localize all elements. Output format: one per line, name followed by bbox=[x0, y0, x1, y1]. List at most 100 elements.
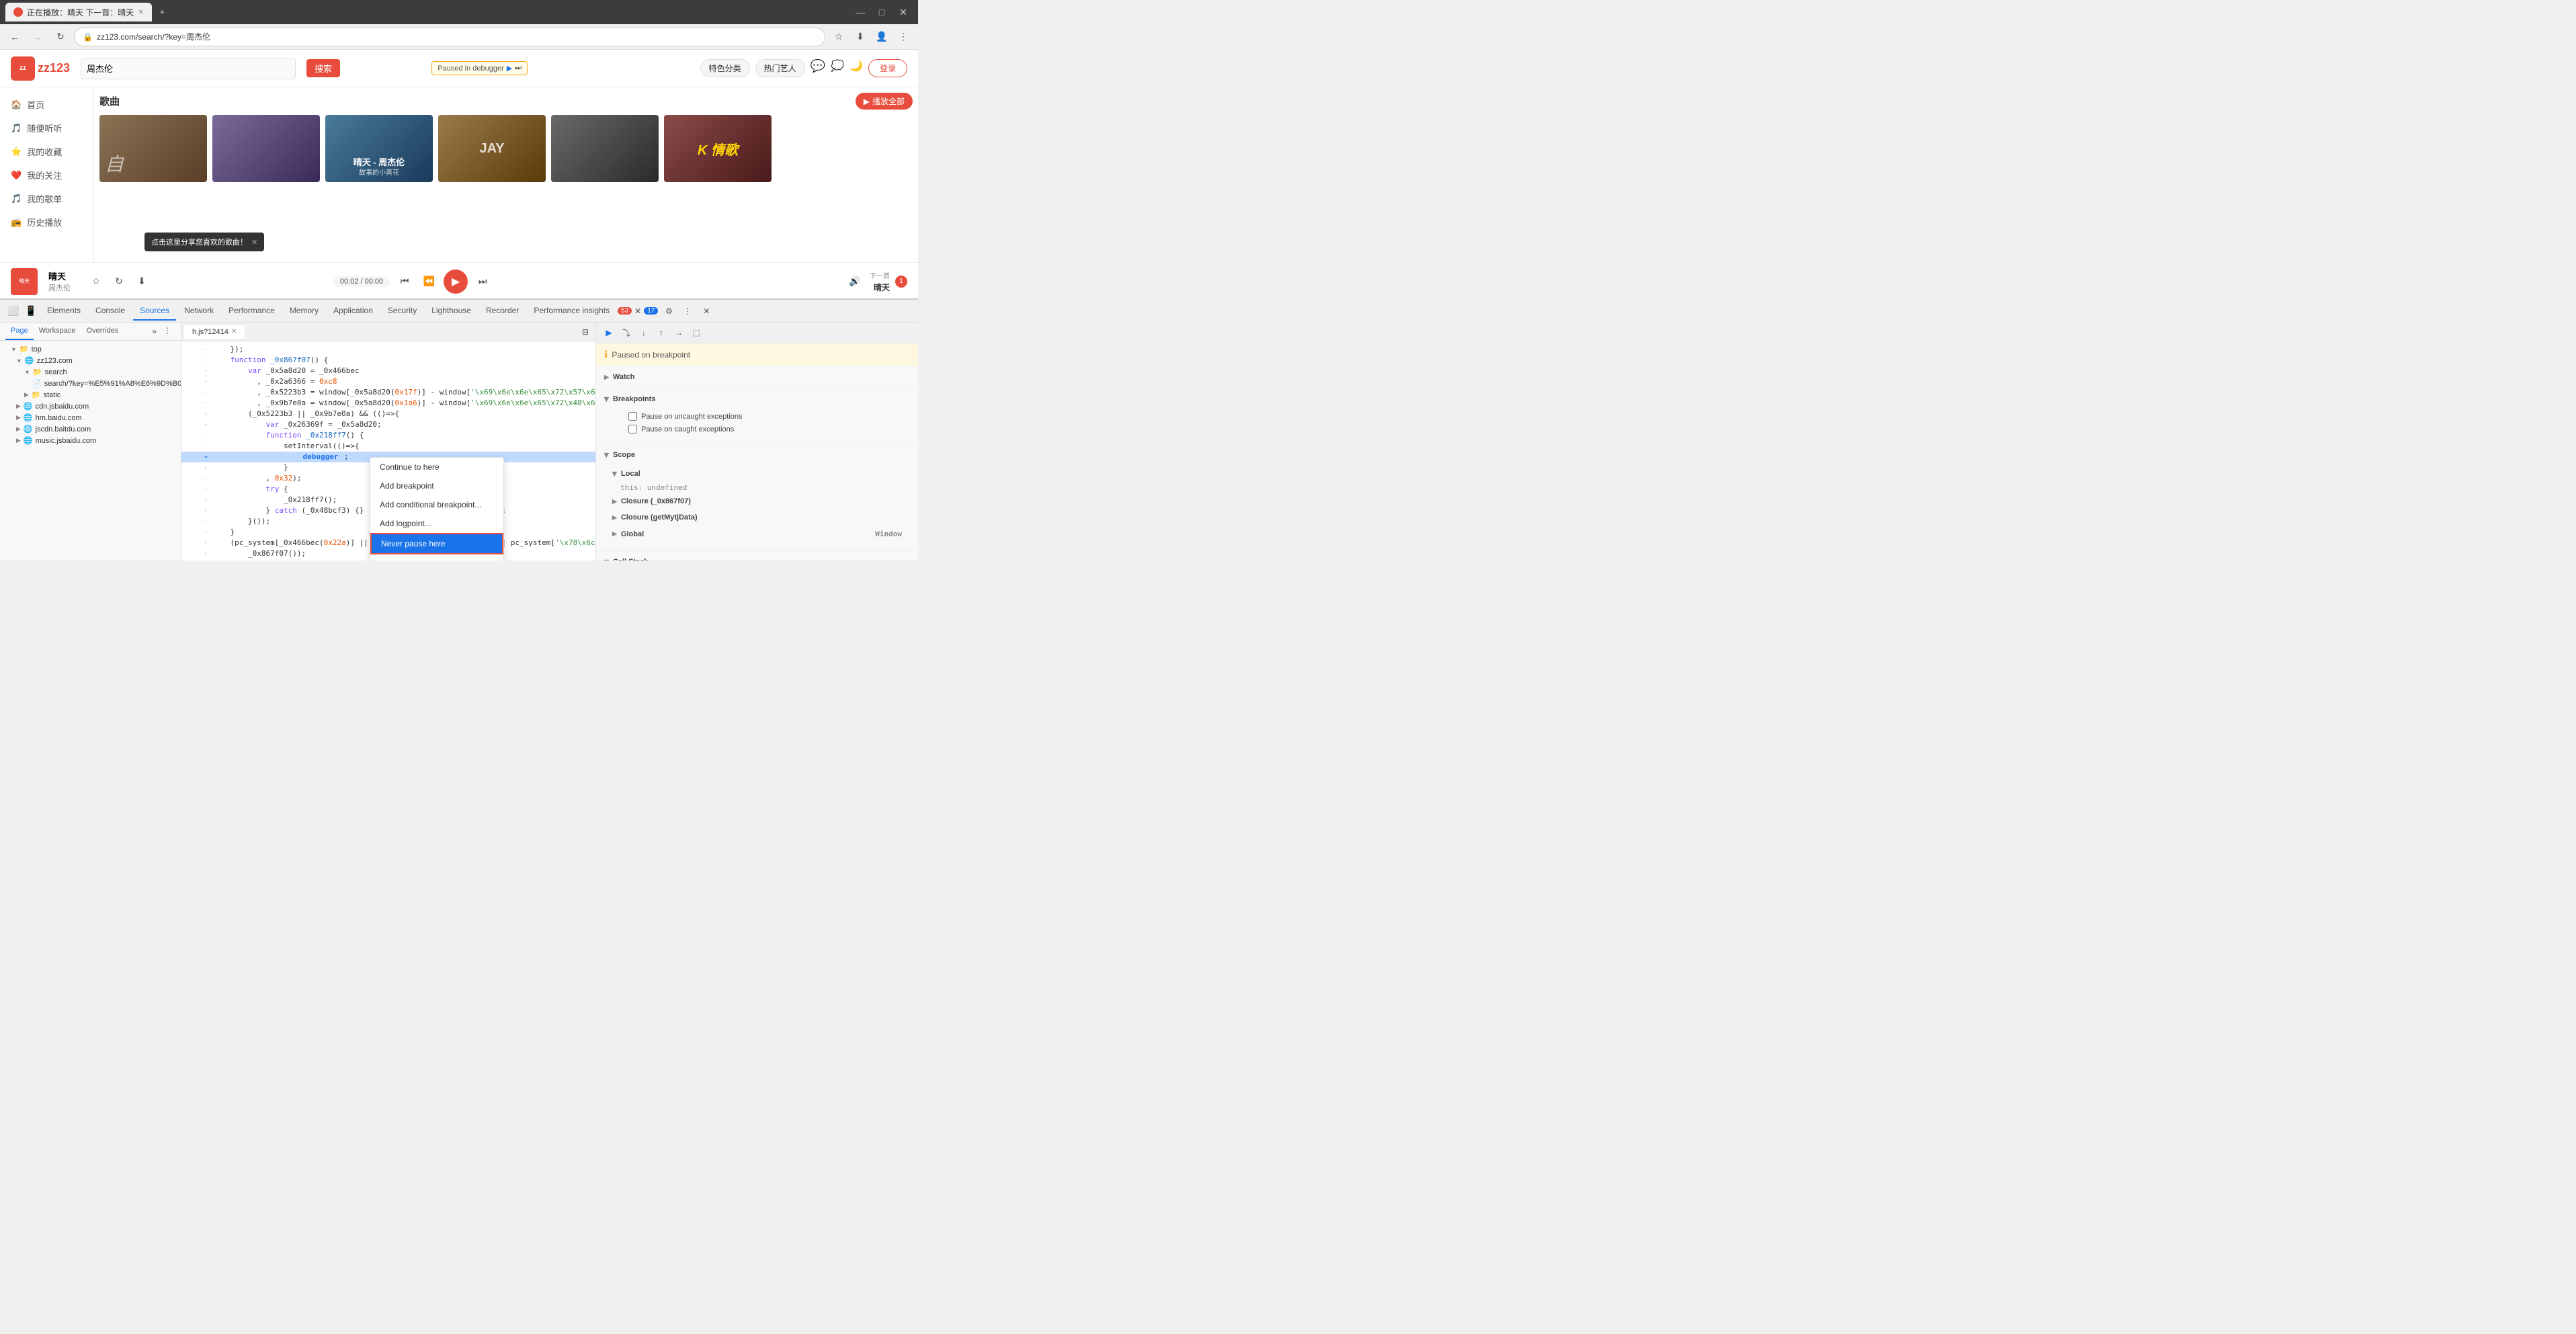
ctx-never-pause-here[interactable]: Never pause here bbox=[370, 533, 503, 554]
devtools-close-icon[interactable]: ✕ bbox=[698, 303, 714, 319]
loop-btn[interactable]: ↻ bbox=[110, 272, 128, 291]
tab-elements[interactable]: Elements bbox=[40, 302, 87, 321]
maximize-btn[interactable]: □ bbox=[872, 3, 891, 22]
album-card-4[interactable] bbox=[551, 115, 659, 182]
step-into-btn[interactable]: ↓ bbox=[636, 325, 651, 340]
sidebar-item-following[interactable]: ❤️ 我的关注 bbox=[0, 163, 93, 187]
tab-memory[interactable]: Memory bbox=[283, 302, 325, 321]
tab-perf-insights[interactable]: Performance insights bbox=[527, 302, 616, 321]
pause-uncaught-checkbox[interactable] bbox=[628, 412, 637, 421]
deactivate-breakpoints-btn[interactable]: ⬚ bbox=[689, 325, 704, 340]
tab-lighthouse[interactable]: Lighthouse bbox=[425, 302, 478, 321]
new-tab-btn[interactable]: + bbox=[152, 3, 173, 22]
step-over-icon[interactable]: ⏭ bbox=[515, 64, 522, 73]
tab-application[interactable]: Application bbox=[327, 302, 380, 321]
prev-btn[interactable]: ⏮ bbox=[395, 272, 414, 291]
address-bar[interactable]: 🔒 zz123.com/search/?key=周杰伦 bbox=[74, 28, 825, 46]
code-tab-close[interactable]: ✕ bbox=[231, 328, 237, 335]
tree-item-jscdn[interactable]: ▶ 🌐 jscdn.baitdu.com bbox=[0, 423, 181, 435]
closure1-header[interactable]: ▶ Closure (_0x867f07) bbox=[612, 493, 910, 509]
watch-header[interactable]: ▶ Watch bbox=[596, 369, 918, 385]
play-pause-btn[interactable]: ▶ bbox=[444, 269, 468, 294]
step-over-btn[interactable]: ⤵ bbox=[619, 325, 634, 340]
closure2-header[interactable]: ▶ Closure (getMytjData) bbox=[612, 509, 910, 526]
devtools-more-icon[interactable]: ⋮ bbox=[679, 303, 696, 319]
album-card-2[interactable]: 晴天 - 周杰伦 故事的小黄花 bbox=[325, 115, 433, 182]
search-input[interactable] bbox=[87, 63, 290, 73]
resume-btn[interactable]: ▶ bbox=[601, 325, 616, 340]
album-card-3[interactable]: JAY bbox=[438, 115, 546, 182]
night-mode-icon[interactable]: 🌙 bbox=[849, 59, 863, 77]
tree-item-static[interactable]: ▶ 📁 static bbox=[0, 389, 181, 401]
ctx-continue-to-here[interactable]: Continue to here bbox=[370, 458, 503, 476]
tab-performance[interactable]: Performance bbox=[222, 302, 282, 321]
tree-item-top[interactable]: ▼ 📁 top bbox=[0, 343, 181, 355]
ctx-add-logpoint[interactable]: Add logpoint... bbox=[370, 514, 503, 533]
album-card-0[interactable]: 自 bbox=[99, 115, 207, 182]
volume-btn[interactable]: 🔊 bbox=[845, 272, 864, 291]
tree-item-search[interactable]: ▼ 📁 search bbox=[0, 366, 181, 378]
code-action-split[interactable]: ⊟ bbox=[578, 325, 593, 339]
sidebar-tab-overrides[interactable]: Overrides bbox=[81, 323, 124, 340]
search-button[interactable]: 搜索 bbox=[306, 59, 340, 77]
devtools-device-icon[interactable]: 📱 bbox=[23, 303, 39, 319]
sidebar-item-playlist[interactable]: 🎵 我的歌单 bbox=[0, 187, 93, 210]
profile-btn[interactable]: 👤 bbox=[872, 28, 891, 46]
ctx-add-to-ignore-list[interactable]: Add script to ignore list bbox=[370, 554, 503, 560]
code-tab-active[interactable]: h.js?12414 ✕ bbox=[184, 325, 245, 339]
settings-btn[interactable]: ⋮ bbox=[894, 28, 913, 46]
login-btn[interactable]: 登录 bbox=[868, 59, 907, 77]
tree-item-search-file[interactable]: 📄 search/?key=%E5%91%A8%E6%9D%B0... bbox=[0, 378, 181, 389]
resume-icon[interactable]: ▶ bbox=[507, 64, 512, 73]
skip-prev-btn[interactable]: ⏪ bbox=[419, 272, 438, 291]
tree-item-zz123[interactable]: ▼ 🌐 zz123.com bbox=[0, 355, 181, 366]
active-tab[interactable]: 正在播放：晴天 下一首：晴天 ✕ bbox=[5, 3, 152, 22]
close-btn[interactable]: ✕ bbox=[894, 3, 913, 22]
download-btn[interactable]: ⬇ bbox=[132, 272, 151, 291]
tree-item-music[interactable]: ▶ 🌐 music.jsbaidu.com bbox=[0, 435, 181, 446]
album-card-5[interactable]: K 情歌 bbox=[664, 115, 772, 182]
breakpoints-header[interactable]: ▶ Breakpoints bbox=[596, 391, 918, 407]
sidebar-tab-page[interactable]: Page bbox=[5, 323, 34, 340]
global-header[interactable]: ▶ Global Window bbox=[612, 526, 910, 542]
tab-recorder[interactable]: Recorder bbox=[479, 302, 526, 321]
site-search-bar[interactable] bbox=[81, 58, 296, 79]
tab-sources[interactable]: Sources bbox=[133, 302, 176, 321]
sidebar-item-random[interactable]: 🎵 随便听听 bbox=[0, 116, 93, 140]
tab-console[interactable]: Console bbox=[89, 302, 132, 321]
devtools-settings-icon[interactable]: ⚙ bbox=[661, 303, 677, 319]
back-btn[interactable]: ← bbox=[5, 28, 24, 46]
album-card-1[interactable] bbox=[212, 115, 320, 182]
forward-btn[interactable]: → bbox=[28, 28, 47, 46]
tree-item-cdn[interactable]: ▶ 🌐 cdn.jsbaidu.com bbox=[0, 401, 181, 412]
local-header[interactable]: ▶ Local bbox=[612, 466, 910, 482]
call-stack-header[interactable]: ▶ Call Stack bbox=[596, 554, 918, 560]
sidebar-tab-more[interactable]: » bbox=[149, 323, 159, 340]
tab-security[interactable]: Security bbox=[381, 302, 423, 321]
devtools-inspect-icon[interactable]: ⬜ bbox=[5, 303, 22, 319]
nav-artists-btn[interactable]: 热门艺人 bbox=[755, 59, 805, 77]
step-out-btn[interactable]: ↑ bbox=[654, 325, 669, 340]
bookmark-btn[interactable]: ☆ bbox=[829, 28, 848, 46]
tooltip-close-btn[interactable]: ✕ bbox=[251, 238, 257, 247]
download-btn[interactable]: ⬇ bbox=[851, 28, 870, 46]
pause-caught-checkbox[interactable] bbox=[628, 425, 637, 433]
message-icon[interactable]: 💭 bbox=[831, 59, 844, 77]
tab-close-btn[interactable]: ✕ bbox=[138, 9, 143, 16]
sidebar-tab-workspace[interactable]: Workspace bbox=[34, 323, 81, 340]
sidebar-item-home[interactable]: 🏠 首页 bbox=[0, 93, 93, 116]
like-btn[interactable]: ☆ bbox=[87, 272, 106, 291]
ctx-add-conditional-breakpoint[interactable]: Add conditional breakpoint... bbox=[370, 495, 503, 514]
skip-next-btn[interactable]: ⏭ bbox=[473, 272, 492, 291]
sidebar-menu-btn[interactable]: ⋮ bbox=[159, 323, 175, 339]
refresh-btn[interactable]: ↻ bbox=[51, 28, 70, 46]
step-btn[interactable]: → bbox=[671, 325, 686, 340]
play-all-btn[interactable]: ▶ 播放全部 bbox=[856, 93, 913, 110]
ctx-add-breakpoint[interactable]: Add breakpoint bbox=[370, 476, 503, 495]
tree-item-hm[interactable]: ▶ 🌐 hm.baidu.com bbox=[0, 412, 181, 423]
wechat-icon[interactable]: 💬 bbox=[811, 59, 825, 77]
minimize-btn[interactable]: — bbox=[851, 3, 870, 22]
scope-header[interactable]: ▶ Scope bbox=[596, 447, 918, 463]
sidebar-item-favorites[interactable]: ⭐ 我的收藏 bbox=[0, 140, 93, 163]
nav-features-btn[interactable]: 特色分类 bbox=[700, 59, 750, 77]
